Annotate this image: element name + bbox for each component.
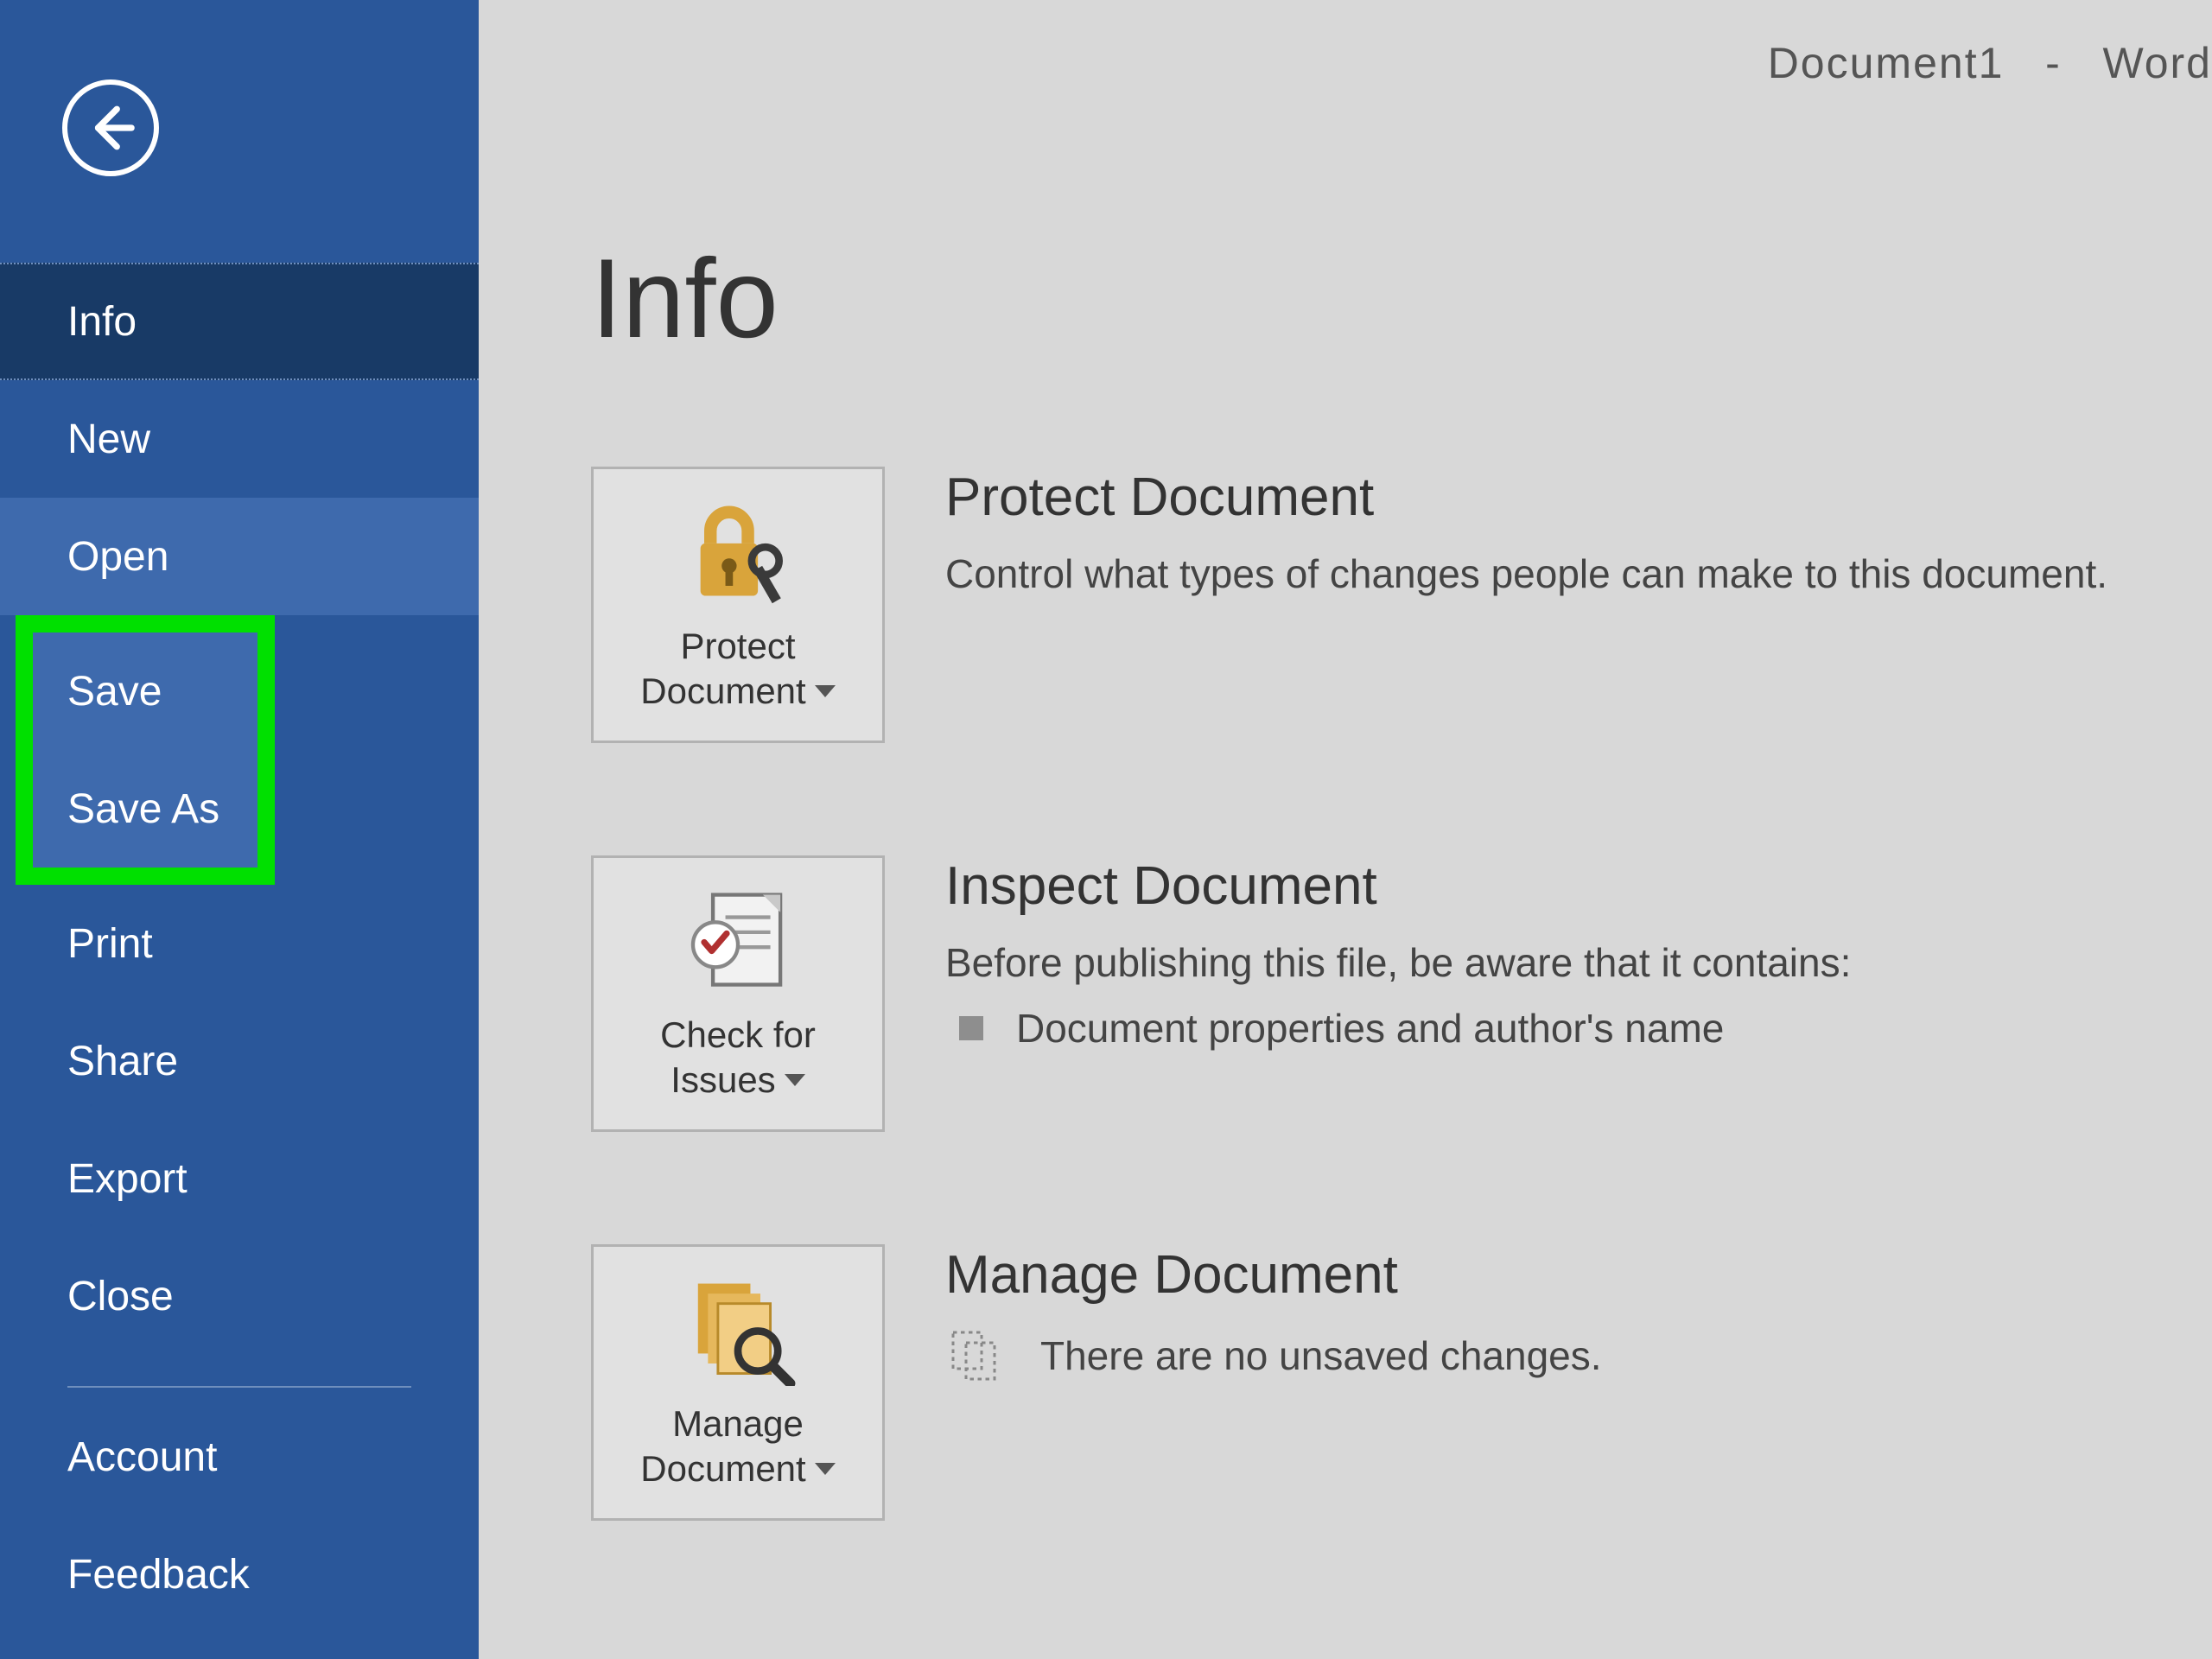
sidebar-item-label: Open: [67, 533, 168, 581]
section-desc: Before publishing this file, be aware th…: [945, 936, 2212, 989]
chevron-down-icon: [815, 1463, 836, 1475]
protect-document-button[interactable]: Protect Document: [591, 467, 885, 743]
sidebar-item-new[interactable]: New: [0, 380, 479, 498]
sidebar-item-open[interactable]: Open: [0, 498, 479, 615]
sidebar-item-label: Print: [67, 920, 153, 968]
sidebar-item-save-as[interactable]: Save As: [33, 750, 257, 868]
sidebar-item-label: Save As: [67, 785, 219, 833]
section-title: Inspect Document: [945, 855, 2212, 917]
sidebar-item-feedback[interactable]: Feedback: [0, 1516, 479, 1633]
section-inspect: Check for Issues Inspect Document Before…: [591, 855, 2212, 1132]
tile-label: Protect Document: [640, 624, 835, 715]
title-separator: -: [2045, 39, 2062, 87]
lock-key-icon: [673, 496, 803, 608]
sidebar-item-label: Share: [67, 1038, 178, 1085]
backstage-view: Info New Open Save Save As Print Share E…: [0, 0, 2212, 1659]
tutorial-highlight-box: Save Save As: [16, 615, 275, 885]
back-arrow-icon: [86, 103, 136, 153]
manage-document-button[interactable]: Manage Document: [591, 1244, 885, 1521]
unsaved-doc-icon: [945, 1325, 1007, 1387]
sidebar-item-label: Info: [67, 298, 137, 346]
issue-text: Document properties and author's name: [1016, 1001, 1724, 1055]
section-desc: Control what types of changes people can…: [945, 547, 2212, 601]
backstage-sidebar: Info New Open Save Save As Print Share E…: [0, 0, 479, 1659]
section-text: Manage Document There are no unsaved cha…: [945, 1244, 2212, 1387]
sidebar-item-export[interactable]: Export: [0, 1120, 479, 1237]
sidebar-separator: [67, 1386, 411, 1388]
title-document: Document1: [1768, 39, 2005, 87]
info-sections: Protect Document Protect Document Contro…: [591, 467, 2212, 1521]
sidebar-item-account[interactable]: Account: [0, 1398, 479, 1516]
tile-label-line2: Document: [640, 669, 805, 715]
tile-label-line2: Document: [640, 1446, 805, 1492]
section-text: Inspect Document Before publishing this …: [945, 855, 2212, 1055]
tile-label-line1: Protect: [680, 624, 795, 670]
tile-label-line1: Check for: [660, 1013, 816, 1058]
manage-status-row: There are no unsaved changes.: [945, 1325, 2212, 1387]
manage-status-text: There are no unsaved changes.: [1040, 1329, 1602, 1382]
sidebar-item-label: Feedback: [67, 1551, 250, 1599]
window-title: Document1 - Word: [1768, 38, 2212, 88]
doc-stack-magnifier-icon: [673, 1274, 803, 1386]
tile-label: Manage Document: [640, 1402, 835, 1492]
section-manage: Manage Document Manage Document: [591, 1244, 2212, 1521]
section-protect: Protect Document Protect Document Contro…: [591, 467, 2212, 743]
tile-label: Check for Issues: [660, 1013, 816, 1103]
sidebar-item-label: New: [67, 416, 150, 463]
page-title: Info: [591, 233, 2212, 363]
section-text: Protect Document Control what types of c…: [945, 467, 2212, 601]
checklist-page-icon: [673, 885, 803, 997]
section-title: Manage Document: [945, 1244, 2212, 1306]
sidebar-item-label: Close: [67, 1273, 174, 1320]
sidebar-item-label: Account: [67, 1433, 217, 1481]
sidebar-item-label: Export: [67, 1155, 188, 1203]
sidebar-item-print[interactable]: Print: [0, 885, 479, 1002]
bullet-icon: [959, 1016, 983, 1040]
sidebar-item-close[interactable]: Close: [0, 1237, 479, 1355]
sidebar-item-info[interactable]: Info: [0, 263, 479, 380]
back-button[interactable]: [62, 79, 159, 176]
sidebar-item-label: Save: [67, 668, 162, 715]
tile-label-line1: Manage: [672, 1402, 804, 1447]
chevron-down-icon: [815, 685, 836, 697]
check-for-issues-button[interactable]: Check for Issues: [591, 855, 885, 1132]
title-app: Word: [2102, 39, 2212, 87]
info-panel: Document1 - Word Info: [479, 0, 2212, 1659]
issue-item: Document properties and author's name: [945, 1001, 2212, 1055]
sidebar-item-share[interactable]: Share: [0, 1002, 479, 1120]
section-title: Protect Document: [945, 467, 2212, 528]
sidebar-item-save[interactable]: Save: [33, 632, 257, 750]
chevron-down-icon: [785, 1074, 805, 1086]
tile-label-line2: Issues: [671, 1058, 775, 1103]
